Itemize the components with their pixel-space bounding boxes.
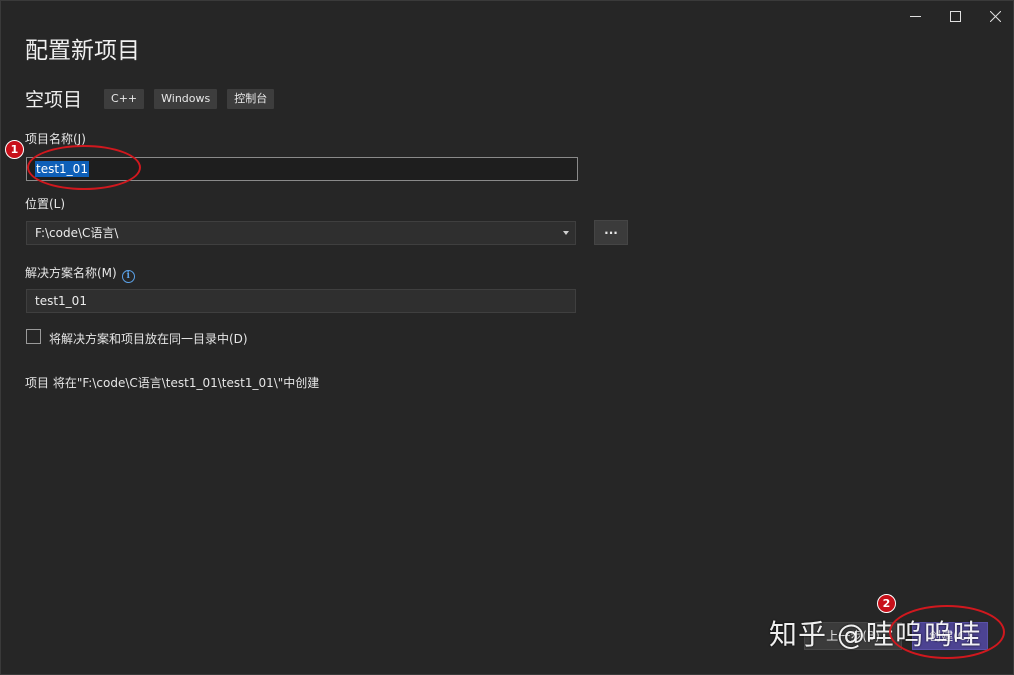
project-name-value: test1_01	[35, 161, 89, 177]
project-name-input[interactable]: test1_01	[26, 157, 578, 181]
solution-name-value: test1_01	[35, 294, 87, 308]
minimize-icon	[909, 15, 921, 17]
browse-button[interactable]: ...	[594, 220, 628, 245]
chevron-down-icon[interactable]	[563, 231, 569, 235]
project-name-label: 项目名称(J)	[25, 132, 86, 146]
same-directory-label[interactable]: 将解决方案和项目放在同一目录中(D)	[49, 330, 248, 347]
annotation-marker-1: 1	[5, 140, 24, 159]
solution-name-label-row: 解决方案名称(M) i	[25, 264, 135, 283]
location-label: 位置(L)	[25, 197, 66, 211]
solution-name-input[interactable]: test1_01	[26, 289, 576, 313]
solution-name-label: 解决方案名称(M)	[25, 266, 117, 280]
minimize-button[interactable]	[895, 1, 935, 31]
template-header: 空项目 C++ Windows 控制台	[25, 85, 284, 112]
tag-console: 控制台	[227, 88, 275, 109]
back-button[interactable]: 上一步(B)	[804, 622, 902, 650]
same-directory-checkbox[interactable]	[26, 329, 41, 344]
creation-path-note: 项目 将在"F:\code\C语言\test1_01\test1_01\"中创建	[25, 376, 320, 390]
info-icon[interactable]: i	[121, 270, 135, 283]
close-button[interactable]	[975, 1, 1014, 31]
close-icon	[989, 10, 1001, 22]
template-name: 空项目	[25, 89, 83, 111]
configure-project-dialog: 配置新项目 空项目 C++ Windows 控制台 项目名称(J) test1_…	[0, 0, 1014, 675]
location-combobox[interactable]: F:\code\C语言\	[26, 221, 576, 245]
maximize-button[interactable]	[935, 1, 975, 31]
maximize-icon	[949, 10, 961, 22]
tag-windows: Windows	[154, 88, 218, 109]
tag-cpp: C++	[104, 88, 145, 109]
location-value: F:\code\C语言\	[35, 226, 119, 240]
annotation-marker-2: 2	[877, 594, 896, 613]
create-button[interactable]: 创建(C)	[912, 622, 988, 650]
page-title: 配置新项目	[25, 38, 140, 64]
